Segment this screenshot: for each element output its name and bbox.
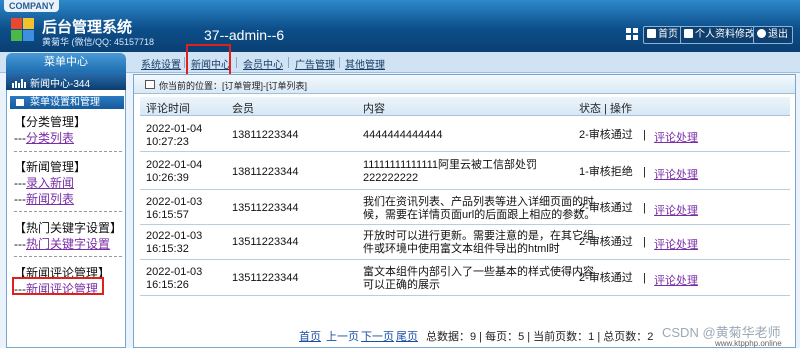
cell-time: 16:15:32	[146, 243, 189, 255]
divider	[14, 151, 122, 152]
cell-content-line2: 件或环境中使用富文本组件导出的html时	[363, 243, 560, 255]
cell-content-line1: 开放时可以进行更新。需要注意的是，在其它组	[363, 230, 594, 242]
sidebar-link-hot-keywords[interactable]: ---热门关键字设置	[14, 235, 110, 252]
pager-prev[interactable]: 上一页	[326, 328, 359, 344]
cell-content: 4444444444444	[363, 129, 443, 141]
comment-process-link[interactable]: 评论处理	[654, 202, 698, 218]
separator: |	[643, 236, 646, 248]
separator: |	[643, 166, 646, 178]
nav-other-management[interactable]: 其他管理	[345, 56, 385, 71]
cell-date: 2022-01-03	[146, 266, 203, 278]
cell-status: 2-审核通过	[579, 272, 633, 284]
cell-content-line1: 富文本组件内部引入了一些基本的样式使得内容	[363, 266, 594, 278]
cell-content-line2: 候，需要在详情页面url的后面跟上相应的参数。	[363, 209, 596, 221]
row-divider	[140, 295, 790, 296]
nav-separator	[184, 57, 185, 68]
cell-status: 2-审核通过	[579, 236, 633, 248]
comment-process-link[interactable]: 评论处理	[654, 236, 698, 252]
power-icon	[757, 29, 766, 38]
cell-member: 13511223344	[232, 236, 299, 248]
menu-center-tab[interactable]: 菜单中心	[6, 53, 126, 72]
cell-content-line1: 我们在资讯列表、产品列表等进入详细页面的时	[363, 196, 594, 208]
cell-time: 16:15:26	[146, 279, 189, 291]
column-header-status-action: 状态 | 操作	[579, 103, 632, 115]
grid-icon[interactable]	[626, 28, 638, 40]
cell-date: 2022-01-04	[146, 159, 203, 171]
column-header-time: 评论时间	[146, 103, 190, 115]
highlight-box	[186, 44, 231, 76]
watermark-url: www.ktpphp.online	[715, 339, 782, 348]
comment-process-link[interactable]: 评论处理	[654, 166, 698, 182]
home-icon	[647, 29, 656, 38]
cell-time: 10:26:39	[146, 172, 189, 184]
nav-system-settings[interactable]: 系统设置	[141, 56, 181, 71]
column-header-content: 内容	[363, 103, 385, 115]
nav-separator	[236, 57, 237, 68]
sidebar-link-news-list[interactable]: ---新闻列表	[14, 190, 74, 207]
group-title-news: 【新闻管理】	[14, 160, 87, 174]
separator: |	[643, 202, 646, 214]
cell-status: 2-审核通过	[579, 202, 633, 214]
sidebar-title: 新闻中心-344	[30, 79, 91, 90]
comment-process-link[interactable]: 评论处理	[654, 272, 698, 288]
company-label: COMPANY	[4, 0, 60, 12]
user-title: 37--admin--6	[204, 27, 285, 43]
home-button[interactable]: 首页	[643, 26, 683, 44]
separator: |	[643, 129, 646, 141]
row-divider	[140, 259, 790, 260]
sidebar-link-category-list[interactable]: ---分类列表	[14, 129, 74, 146]
system-title: 后台管理系统	[42, 19, 133, 36]
row-divider	[140, 189, 790, 190]
group-title-category: 【分类管理】	[14, 115, 87, 129]
cell-content-line1: 11111111111111阿里云被工信部处罚	[363, 159, 538, 171]
breadcrumb: 你当前的位置：[订单管理]-[订单列表]	[159, 81, 307, 91]
pager-last[interactable]: 尾页	[396, 328, 418, 344]
row-divider	[140, 224, 790, 225]
nav-separator	[339, 57, 340, 68]
page-icon	[145, 80, 155, 89]
cell-status: 1-审核拒绝	[579, 166, 633, 178]
comment-process-link[interactable]: 评论处理	[654, 129, 698, 145]
profile-icon	[684, 29, 693, 38]
cell-content-line2: 可以正确的展示	[363, 279, 440, 291]
divider	[14, 211, 122, 212]
cell-status: 2-审核通过	[579, 129, 633, 141]
highlight-box	[12, 277, 104, 295]
cell-date: 2022-01-03	[146, 230, 203, 242]
profile-edit-button[interactable]: 个人资料修改	[680, 26, 760, 44]
pager-info: 总数据：9 | 每页：5 | 当前页数：1 | 总页数：2	[426, 331, 654, 343]
cell-date: 2022-01-03	[146, 196, 203, 208]
cell-member: 13811223344	[232, 166, 299, 178]
bars-icon	[12, 77, 26, 91]
cell-member: 13511223344	[232, 202, 299, 214]
pager-next[interactable]: 下一页	[361, 328, 394, 344]
cell-content-line2: 222222222	[363, 172, 419, 184]
cell-member: 13511223344	[232, 272, 299, 284]
cell-member: 13811223344	[232, 129, 299, 141]
cell-time: 16:15:57	[146, 209, 189, 221]
nav-member-center[interactable]: 会员中心	[243, 56, 283, 71]
separator: |	[643, 272, 646, 284]
divider	[14, 256, 122, 257]
column-header-member: 会员	[232, 103, 254, 115]
nav-ad-management[interactable]: 广告管理	[295, 56, 335, 71]
group-title-hot-keywords: 【热门关键字设置】	[14, 221, 123, 235]
cell-time: 10:27:23	[146, 136, 189, 148]
row-divider	[140, 151, 790, 152]
cell-date: 2022-01-04	[146, 123, 203, 135]
logo-icon	[10, 16, 36, 42]
nav-separator	[288, 57, 289, 68]
pager-first[interactable]: 首页	[299, 328, 321, 344]
sidebar-section-title: 菜单设置和管理	[30, 97, 100, 108]
system-subtitle: 黄菊华 (微信/QQ: 45157718	[42, 37, 155, 47]
section-icon	[16, 99, 24, 106]
sidebar-link-add-news[interactable]: ---录入新闻	[14, 174, 74, 191]
logout-button[interactable]: 退出	[753, 26, 793, 44]
